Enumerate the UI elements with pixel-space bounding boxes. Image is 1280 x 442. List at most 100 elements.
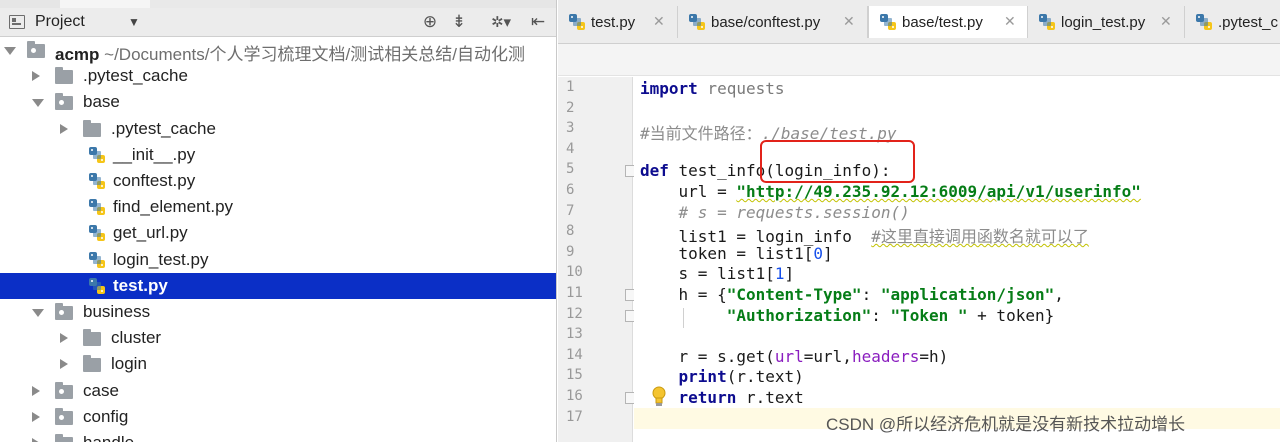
line-number: 7 bbox=[566, 202, 575, 219]
tree-file-item[interactable]: __init__.py bbox=[0, 142, 556, 168]
tree-folder-item[interactable]: .pytest_cache bbox=[0, 63, 556, 89]
close-icon[interactable]: ✕ bbox=[1004, 14, 1016, 30]
line-number: 6 bbox=[566, 182, 575, 198]
collapse-arrow-icon[interactable] bbox=[32, 71, 40, 82]
tab-label: login_test.py bbox=[1061, 14, 1146, 31]
tree-item-label: login_test.py bbox=[113, 249, 209, 269]
python-file-icon bbox=[879, 13, 896, 30]
code-editor[interactable]: import requests #当前文件路径：./base/test.py def… bbox=[634, 77, 1280, 442]
collapse-arrow-icon[interactable] bbox=[60, 123, 68, 134]
collapse-arrow-icon[interactable] bbox=[60, 359, 68, 370]
tab-label: base/test.py bbox=[902, 14, 983, 31]
expand-arrow-icon[interactable] bbox=[32, 99, 44, 108]
tree-item-label: handle bbox=[83, 433, 134, 442]
editor-tab-bar: test.py ✕ base/conftest.py ✕ base/test.py ✕ lo… bbox=[558, 0, 1280, 44]
code-line: r = s.get(url=url,headers=h) bbox=[640, 346, 949, 366]
python-file-icon bbox=[88, 198, 106, 216]
editor-toolbar-strip bbox=[558, 44, 1280, 76]
project-header: Project ▼ ⊕ ⇟ ✲▾ ⇤ bbox=[0, 8, 556, 37]
line-number: 16 bbox=[566, 388, 583, 404]
gear-icon[interactable]: ✲▾ bbox=[484, 11, 518, 33]
close-icon[interactable]: ✕ bbox=[653, 14, 665, 30]
line-number: 12 bbox=[566, 305, 583, 322]
close-icon[interactable]: ✕ bbox=[843, 14, 855, 30]
tree-file-item[interactable]: conftest.py bbox=[0, 168, 556, 194]
collapse-arrow-icon[interactable] bbox=[32, 411, 40, 422]
python-file-icon bbox=[88, 146, 106, 164]
editor-tab[interactable]: base/test.py ✕ bbox=[868, 6, 1028, 38]
folder-icon bbox=[55, 407, 73, 425]
tree-file-item[interactable]: test.py bbox=[0, 272, 556, 299]
chevron-down-icon[interactable]: ▼ bbox=[128, 15, 140, 29]
code-line: url = "http://49.235.92.12:6009/api/v1/u… bbox=[640, 182, 1141, 201]
tab-label: base/conftest.py bbox=[711, 14, 821, 31]
tree-file-item[interactable]: get_url.py bbox=[0, 220, 556, 246]
folder-icon bbox=[55, 381, 73, 399]
tree-item-label: acmp ~/Documents/个人学习梳理文档/测试相关总结/自动化测 bbox=[55, 45, 525, 64]
python-file-icon bbox=[568, 13, 585, 30]
line-number: 1 bbox=[566, 79, 575, 95]
tree-folder-item[interactable]: acmp ~/Documents/个人学习梳理文档/测试相关总结/自动化测 bbox=[0, 37, 556, 64]
close-icon[interactable]: ✕ bbox=[1160, 14, 1172, 30]
line-number: 10 bbox=[566, 264, 583, 281]
tree-item-label: .pytest_cache bbox=[111, 118, 216, 138]
python-file-icon bbox=[1038, 13, 1055, 30]
collapse-arrow-icon[interactable] bbox=[32, 385, 40, 396]
collapse-arrow-icon[interactable] bbox=[60, 333, 68, 344]
folder-icon bbox=[55, 303, 73, 320]
editor-tab[interactable]: base/conftest.py ✕ bbox=[678, 6, 868, 38]
tree-item-label: login bbox=[111, 354, 147, 374]
editor-tab[interactable]: .pytest_c bbox=[1185, 6, 1280, 38]
project-view-title[interactable]: Project bbox=[35, 13, 85, 31]
tree-item-label: find_element.py bbox=[113, 197, 234, 217]
folder-icon bbox=[83, 329, 101, 347]
expand-arrow-icon[interactable] bbox=[32, 309, 44, 317]
python-file-icon bbox=[88, 224, 106, 242]
tree-file-item[interactable]: find_element.py bbox=[0, 194, 556, 220]
folder-icon bbox=[83, 119, 101, 137]
project-view-icon bbox=[9, 15, 25, 29]
lightbulb-icon[interactable] bbox=[651, 386, 667, 408]
collapse-all-icon[interactable]: ⇟ bbox=[448, 11, 470, 33]
python-file-icon bbox=[1195, 13, 1212, 30]
line-number: 5 bbox=[566, 161, 575, 178]
hide-panel-icon[interactable]: ⇤ bbox=[527, 11, 549, 33]
folder-icon bbox=[55, 93, 73, 111]
code-line: "Authorization": "Token " + token} bbox=[726, 305, 1055, 325]
code-line: token = list1[0] bbox=[640, 243, 833, 263]
tree-folder-item[interactable]: config bbox=[0, 404, 556, 430]
tree-folder-item[interactable]: case bbox=[0, 378, 556, 404]
tree-folder-item[interactable]: .pytest_cache bbox=[0, 116, 556, 142]
line-number: 15 bbox=[566, 367, 583, 384]
tree-folder-item[interactable]: business bbox=[0, 299, 556, 325]
line-number: 8 bbox=[566, 223, 575, 240]
expand-arrow-icon[interactable] bbox=[4, 47, 16, 55]
annotation-highlight-box bbox=[760, 140, 915, 183]
tree-item-label: business bbox=[83, 302, 151, 321]
collapse-arrow-icon[interactable] bbox=[32, 438, 40, 442]
python-file-icon bbox=[688, 13, 705, 30]
tree-folder-item[interactable]: cluster bbox=[0, 325, 556, 351]
line-number: 13 bbox=[566, 326, 583, 343]
folder-icon bbox=[55, 67, 73, 85]
code-line: h = {"Content-Type": "application/json", bbox=[640, 285, 1064, 304]
code-line: import requests bbox=[640, 79, 785, 98]
tree-folder-item[interactable]: handle bbox=[0, 430, 556, 442]
tree-file-item[interactable]: login_test.py bbox=[0, 247, 556, 273]
editor-tab[interactable]: login_test.py ✕ bbox=[1028, 6, 1185, 38]
tree-folder-item[interactable]: base bbox=[0, 89, 556, 115]
tree-item-label: get_url.py bbox=[113, 223, 188, 243]
tab-label: test.py bbox=[591, 14, 636, 31]
tree-item-label: cluster bbox=[111, 328, 162, 348]
python-file-icon bbox=[88, 277, 106, 295]
line-number-gutter: 1 2 3 4 5 6 7 8 9 10 11 12 13 14 15 16 17 bbox=[558, 77, 635, 442]
folder-icon bbox=[83, 355, 101, 373]
locate-file-icon[interactable]: ⊕ bbox=[419, 11, 441, 33]
code-line: # s = requests.session() bbox=[640, 202, 910, 222]
line-number: 3 bbox=[566, 120, 575, 137]
line-number: 14 bbox=[566, 346, 583, 363]
tree-folder-item[interactable]: login bbox=[0, 351, 556, 377]
editor-tab[interactable]: test.py ✕ bbox=[558, 6, 678, 38]
tree-item-label: __init__.py bbox=[113, 144, 196, 164]
tree-item-label: conftest.py bbox=[113, 171, 196, 190]
